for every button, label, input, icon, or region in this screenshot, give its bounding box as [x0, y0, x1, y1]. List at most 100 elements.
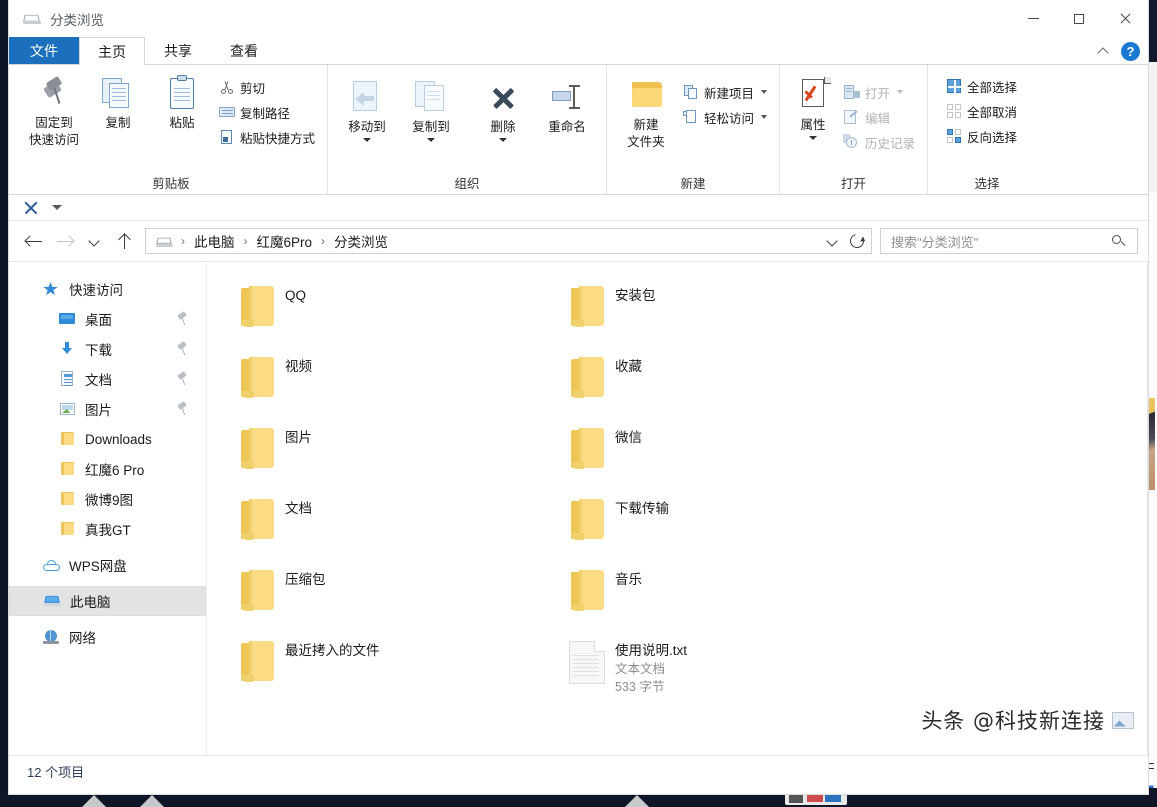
file-item[interactable]: 微信 — [559, 418, 889, 489]
select-none-button[interactable]: 全部取消 — [942, 100, 1021, 122]
file-item[interactable]: 使用说明.txt 文本文档 533 字节 — [559, 631, 889, 702]
sidebar-item-desktop[interactable]: 桌面 — [9, 304, 206, 334]
tab-view[interactable]: 查看 — [211, 37, 277, 64]
file-item[interactable]: 压缩包 — [229, 560, 559, 631]
new-folder-button[interactable]: 新建 文件夹 — [615, 73, 677, 151]
file-item[interactable]: 音乐 — [559, 560, 889, 631]
refresh-button[interactable] — [845, 229, 869, 253]
this-pc-icon — [44, 593, 61, 609]
group-label-open: 打开 — [841, 177, 867, 191]
close-button[interactable] — [1102, 0, 1148, 37]
file-item[interactable]: 收藏 — [559, 347, 889, 418]
open-button[interactable]: 打开 — [840, 81, 919, 103]
paste-shortcut-button[interactable]: 粘贴快捷方式 — [215, 126, 319, 148]
select-none-label: 全部取消 — [967, 105, 1018, 120]
chevron-down-icon[interactable] — [809, 136, 818, 140]
properties-label: 属性 — [800, 118, 826, 132]
sidebar-item-downloads-cn[interactable]: 下载 — [9, 334, 206, 364]
recent-locations-button[interactable] — [79, 226, 109, 256]
paste-button[interactable]: 粘贴 — [151, 71, 213, 132]
chevron-down-icon — [88, 235, 100, 247]
pin-icon[interactable] — [176, 311, 188, 325]
chevron-down-icon[interactable] — [761, 115, 768, 119]
sidebar-item-redmagic[interactable]: 红魔6 Pro — [9, 454, 206, 484]
sidebar-item-documents[interactable]: 文档 — [9, 364, 206, 394]
chevron-down-icon[interactable] — [761, 90, 768, 94]
chevron-down-icon — [826, 235, 838, 247]
properties-button[interactable]: 属性 — [788, 73, 838, 140]
delete-button[interactable]: 删除 — [472, 75, 534, 142]
file-item[interactable]: 下载传输 — [559, 489, 889, 560]
file-item[interactable]: 图片 — [229, 418, 559, 489]
maximize-button[interactable] — [1056, 0, 1102, 37]
copy-path-button[interactable]: 复制路径 — [215, 101, 319, 123]
navigation-pane[interactable]: 快速访问 桌面 下载 文档 图片 Downloads 红魔6 Pro 微博9图 … — [9, 262, 206, 755]
history-button[interactable]: 历史记录 — [840, 131, 919, 153]
file-item[interactable]: 视频 — [229, 347, 559, 418]
address-dropdown-button[interactable] — [821, 229, 843, 253]
tab-home[interactable]: 主页 — [79, 37, 145, 65]
back-button[interactable] — [19, 226, 49, 256]
file-item[interactable]: 安装包 — [559, 276, 889, 347]
minimize-button[interactable] — [1010, 0, 1056, 37]
sidebar-item-wps-cloud[interactable]: WPS网盘 — [9, 550, 206, 580]
window-controls — [1010, 0, 1148, 37]
move-to-button[interactable]: 移动到 — [336, 75, 398, 142]
chevron-down-icon[interactable] — [897, 90, 904, 94]
breadcrumb-item-device[interactable]: 红魔6Pro — [254, 231, 316, 251]
pin-icon[interactable] — [176, 341, 188, 355]
copy-to-button[interactable]: 复制到 — [400, 75, 462, 142]
open-icon — [844, 84, 861, 100]
invert-selection-button[interactable]: 反向选择 — [942, 125, 1021, 147]
sidebar-item-weibo9[interactable]: 微博9图 — [9, 484, 206, 514]
this-pc-icon — [156, 235, 173, 248]
chevron-down-icon[interactable] — [52, 205, 62, 210]
new-item-label: 新建项目 — [704, 86, 755, 101]
chevron-up-icon[interactable] — [1097, 44, 1111, 58]
up-button[interactable] — [109, 226, 139, 256]
easy-access-label: 轻松访问 — [704, 111, 755, 126]
chevron-down-icon[interactable] — [427, 138, 436, 142]
search-box[interactable]: 搜索"分类浏览" — [880, 228, 1138, 254]
refresh-icon — [847, 231, 867, 251]
select-all-label: 全部选择 — [967, 80, 1018, 95]
pin-icon[interactable] — [176, 401, 188, 415]
sidebar-item-label: 下载 — [85, 343, 112, 358]
file-list-pane[interactable]: QQ 视频 图片 文档 压缩包 最近拷入的文件 安装包 收藏 微信 下载传输 音… — [206, 262, 1148, 755]
tab-share[interactable]: 共享 — [145, 37, 211, 64]
edit-button[interactable]: 编辑 — [840, 106, 919, 128]
group-label-new: 新建 — [680, 177, 706, 191]
network-icon — [43, 629, 60, 645]
sidebar-item-pictures[interactable]: 图片 — [9, 394, 206, 424]
close-icon[interactable] — [23, 200, 38, 215]
tab-file[interactable]: 文件 — [9, 37, 79, 64]
text-file-icon — [569, 641, 605, 684]
sidebar-item-realmegt[interactable]: 真我GT — [9, 514, 206, 544]
sidebar-item-this-pc[interactable]: 此电脑 — [9, 586, 206, 616]
select-all-button[interactable]: 全部选择 — [942, 75, 1021, 97]
chevron-down-icon[interactable] — [499, 138, 508, 142]
folder-icon — [240, 357, 274, 398]
search-input[interactable]: 搜索"分类浏览" — [881, 232, 1137, 251]
file-item[interactable]: 最近拷入的文件 — [229, 631, 559, 702]
pin-to-quick-access-button[interactable]: 固定到 快速访问 — [23, 71, 85, 149]
pin-icon[interactable] — [176, 371, 188, 385]
chevron-down-icon[interactable] — [363, 138, 372, 142]
help-button[interactable]: ? — [1121, 41, 1140, 61]
folder-icon — [240, 428, 274, 469]
forward-button[interactable] — [49, 226, 79, 256]
breadcrumb[interactable]: › 此电脑 › 红魔6Pro › 分类浏览 — [145, 228, 872, 254]
sidebar-item-quick-access[interactable]: 快速访问 — [9, 274, 206, 304]
sidebar-item-network[interactable]: 网络 — [9, 622, 206, 652]
new-item-button[interactable]: 新建项目 — [679, 81, 771, 103]
cut-button[interactable]: 剪切 — [215, 76, 319, 98]
sidebar-item-downloads[interactable]: Downloads — [9, 424, 206, 454]
rename-button[interactable]: 重命名 — [536, 75, 598, 136]
easy-access-button[interactable]: 轻松访问 — [679, 106, 771, 128]
file-item[interactable]: QQ — [229, 276, 559, 347]
breadcrumb-item-current[interactable]: 分类浏览 — [331, 231, 391, 251]
copy-button[interactable]: 复制 — [87, 71, 149, 132]
file-item[interactable]: 文档 — [229, 489, 559, 560]
breadcrumb-item-this-pc[interactable]: 此电脑 — [191, 231, 238, 251]
folder-icon — [59, 521, 76, 537]
